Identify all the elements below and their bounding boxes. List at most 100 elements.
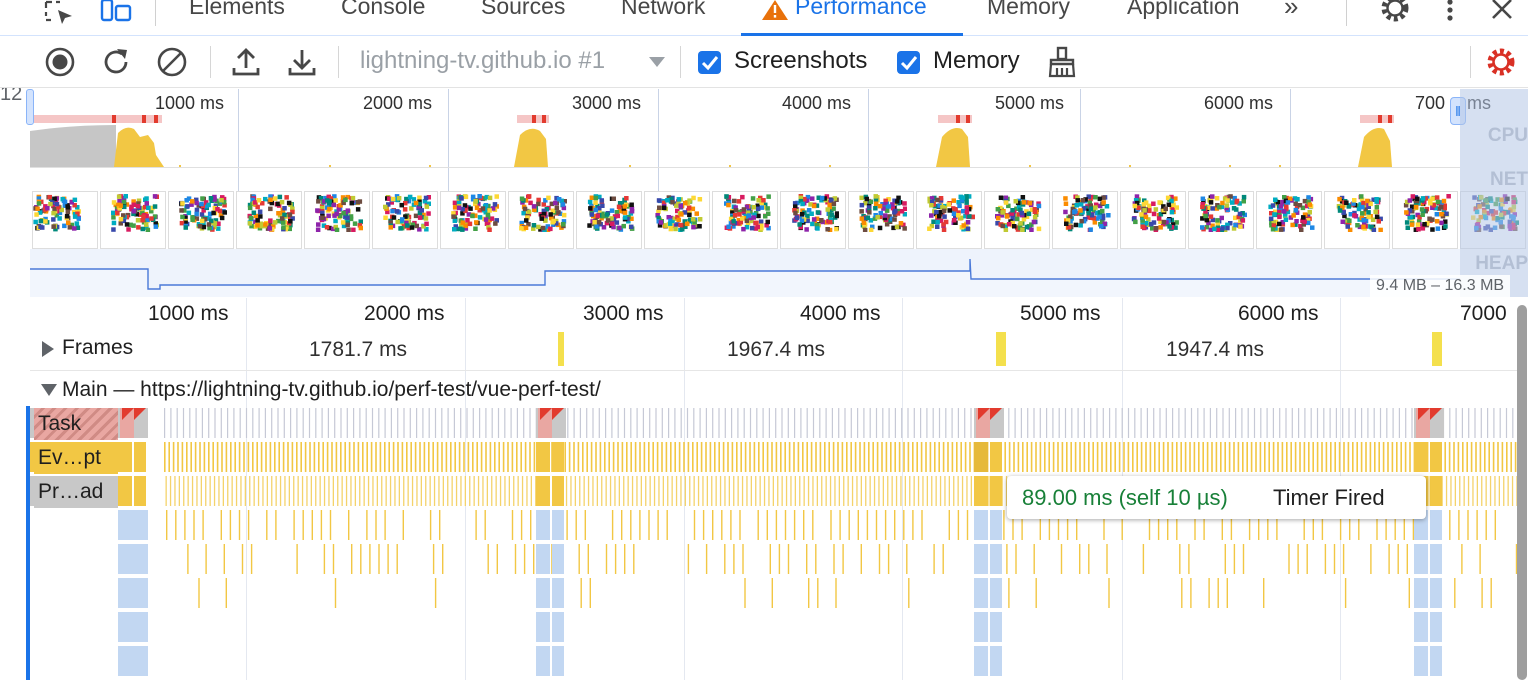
script-slice (755, 476, 757, 506)
script-slice (810, 442, 813, 472)
task-slice (1348, 408, 1350, 438)
more-tabs-button[interactable]: » (1284, 0, 1298, 22)
script-slice (375, 510, 377, 540)
script-slice (766, 442, 769, 472)
screenshots-checkbox[interactable] (698, 51, 721, 74)
frame-marker[interactable] (996, 332, 1006, 366)
screenshot-thumbnail[interactable] (304, 191, 370, 249)
script-slice (416, 476, 418, 506)
screenshot-thumbnail[interactable] (1256, 191, 1322, 249)
timeline-overview[interactable]: 1000 ms 2000 ms 3000 ms 4000 ms 5000 ms … (26, 89, 1528, 297)
script-slice (445, 442, 448, 472)
script-slice (742, 544, 744, 574)
main-collapse-arrow-icon[interactable] (40, 382, 58, 398)
task-slice (1310, 408, 1312, 438)
device-toolbar-icon[interactable] (100, 0, 134, 26)
frames-expand-arrow-icon[interactable] (40, 340, 56, 358)
script-slice (715, 476, 717, 506)
inspect-element-icon[interactable] (44, 0, 76, 26)
task-slice (649, 408, 651, 438)
screenshot-thumbnail[interactable] (100, 191, 166, 249)
chevron-down-icon[interactable] (648, 56, 666, 68)
script-slice (1106, 544, 1108, 574)
tab-application[interactable]: Application (1127, 0, 1240, 20)
collect-garbage-icon[interactable] (1046, 46, 1078, 78)
script-slice (1476, 510, 1478, 540)
script-slice (604, 442, 606, 472)
script-slice (432, 442, 434, 472)
task-slice (768, 408, 770, 438)
tab-memory[interactable]: Memory (987, 0, 1070, 20)
settings-gear-icon[interactable] (1379, 0, 1411, 24)
script-slice (670, 442, 672, 472)
selection-start-handle[interactable] (26, 89, 34, 125)
screenshot-thumbnail[interactable] (32, 191, 98, 249)
script-slice (828, 442, 830, 472)
frame-duration[interactable]: 1781.7 ms (309, 338, 407, 362)
task-slice (743, 408, 745, 438)
main-thread-label[interactable]: Main — https://lightning-tv.github.io/pe… (62, 378, 601, 402)
screenshot-thumbnail[interactable] (168, 191, 234, 249)
close-icon[interactable] (1490, 0, 1514, 22)
task-slice (894, 408, 896, 438)
frame-marker[interactable] (558, 332, 564, 366)
screenshot-thumbnail[interactable] (644, 191, 710, 249)
screenshot-thumbnail[interactable] (916, 191, 982, 249)
frame-marker[interactable] (1432, 332, 1442, 366)
more-options-icon[interactable] (1444, 0, 1456, 24)
compile-block (536, 612, 550, 642)
compile-block (120, 578, 148, 608)
script-slice (166, 510, 168, 540)
script-slice (771, 442, 773, 472)
script-slice (920, 442, 923, 472)
script-slice (436, 442, 439, 472)
screenshot-thumbnail[interactable] (780, 191, 846, 249)
task-slice (731, 408, 733, 438)
script-slice (1180, 442, 1182, 472)
screenshot-thumbnail[interactable] (1324, 191, 1390, 249)
script-slice (689, 476, 691, 506)
screenshot-thumbnail[interactable] (372, 191, 438, 249)
script-slice (1444, 442, 1446, 472)
task-slice (1405, 408, 1407, 438)
screenshot-thumbnail[interactable] (1188, 191, 1254, 249)
script-slice (744, 578, 746, 608)
frames-track-label[interactable]: Frames (62, 336, 133, 360)
script-slice (938, 442, 940, 472)
record-icon[interactable] (44, 46, 76, 78)
screenshot-thumbnail[interactable] (1392, 191, 1458, 249)
screenshot-thumbnail[interactable] (1052, 191, 1118, 249)
script-slice (957, 510, 960, 540)
screenshot-thumbnail[interactable] (576, 191, 642, 249)
tab-network[interactable]: Network (621, 0, 705, 20)
frame-duration[interactable]: 1967.4 ms (727, 338, 825, 362)
screenshot-thumbnail[interactable] (848, 191, 914, 249)
reload-record-icon[interactable] (100, 46, 132, 78)
task-slice (875, 408, 878, 438)
screenshot-thumbnail[interactable] (712, 191, 778, 249)
screenshot-thumbnail[interactable] (440, 191, 506, 249)
clear-icon[interactable] (156, 46, 188, 78)
tab-console[interactable]: Console (341, 0, 425, 20)
script-slice (1324, 544, 1327, 574)
tab-elements[interactable]: Elements (189, 0, 285, 20)
script-slice (687, 442, 690, 472)
task-slice (932, 408, 934, 438)
script-slice (1344, 578, 1347, 608)
screenshot-thumbnail[interactable] (236, 191, 302, 249)
vertical-scrollbar[interactable] (1517, 305, 1527, 680)
capture-settings-gear-icon[interactable] (1485, 46, 1517, 78)
tab-performance[interactable]: Performance (795, 0, 927, 20)
tab-sources[interactable]: Sources (481, 0, 565, 20)
frame-duration[interactable]: 1947.4 ms (1166, 338, 1264, 362)
profile-select[interactable]: lightning-tv.github.io #1 (360, 47, 605, 75)
script-slice (942, 544, 944, 574)
task-slice (1304, 408, 1306, 438)
download-profile-icon[interactable] (286, 46, 318, 78)
screenshot-thumbnail[interactable] (1120, 191, 1186, 249)
main-thread-flame-chart[interactable] (30, 406, 1520, 680)
upload-profile-icon[interactable] (230, 46, 262, 78)
memory-checkbox[interactable] (897, 51, 920, 74)
screenshot-thumbnail[interactable] (984, 191, 1050, 249)
screenshot-thumbnail[interactable] (508, 191, 574, 249)
